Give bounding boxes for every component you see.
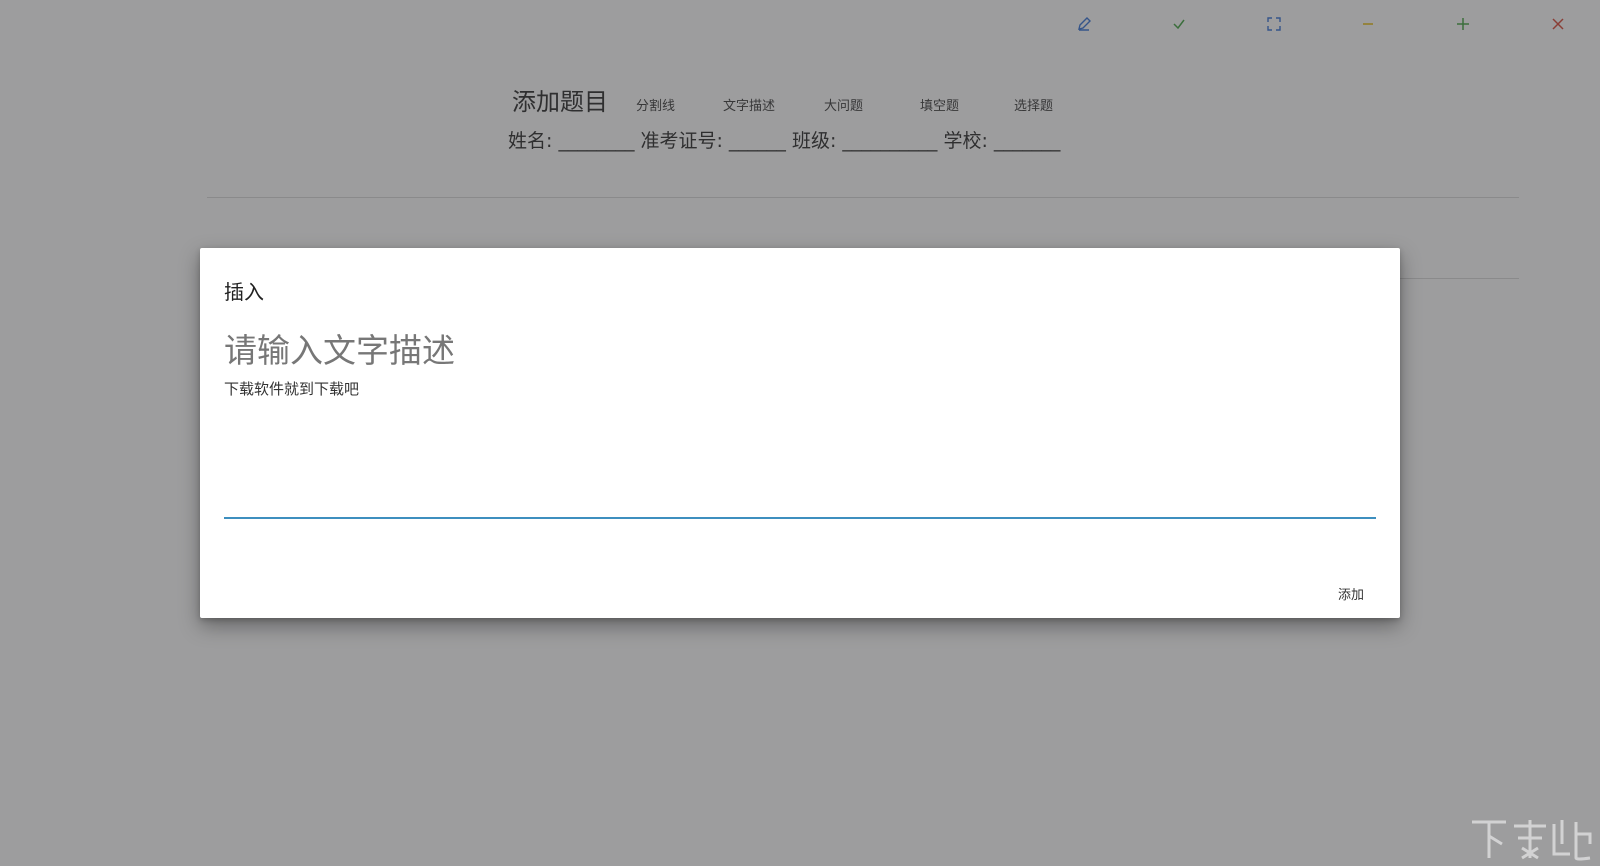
input-underline xyxy=(224,517,1376,519)
dialog-title: 插入 xyxy=(224,280,264,304)
watermark-logo xyxy=(1472,820,1592,861)
insert-dialog: 插入 请输入文字描述 下载软件就到下载吧 添加 xyxy=(200,248,1400,618)
text-description-input[interactable]: 下载软件就到下载吧 xyxy=(224,378,359,399)
add-button[interactable]: 添加 xyxy=(1338,584,1364,603)
text-description-label: 请输入文字描述 xyxy=(224,331,455,370)
